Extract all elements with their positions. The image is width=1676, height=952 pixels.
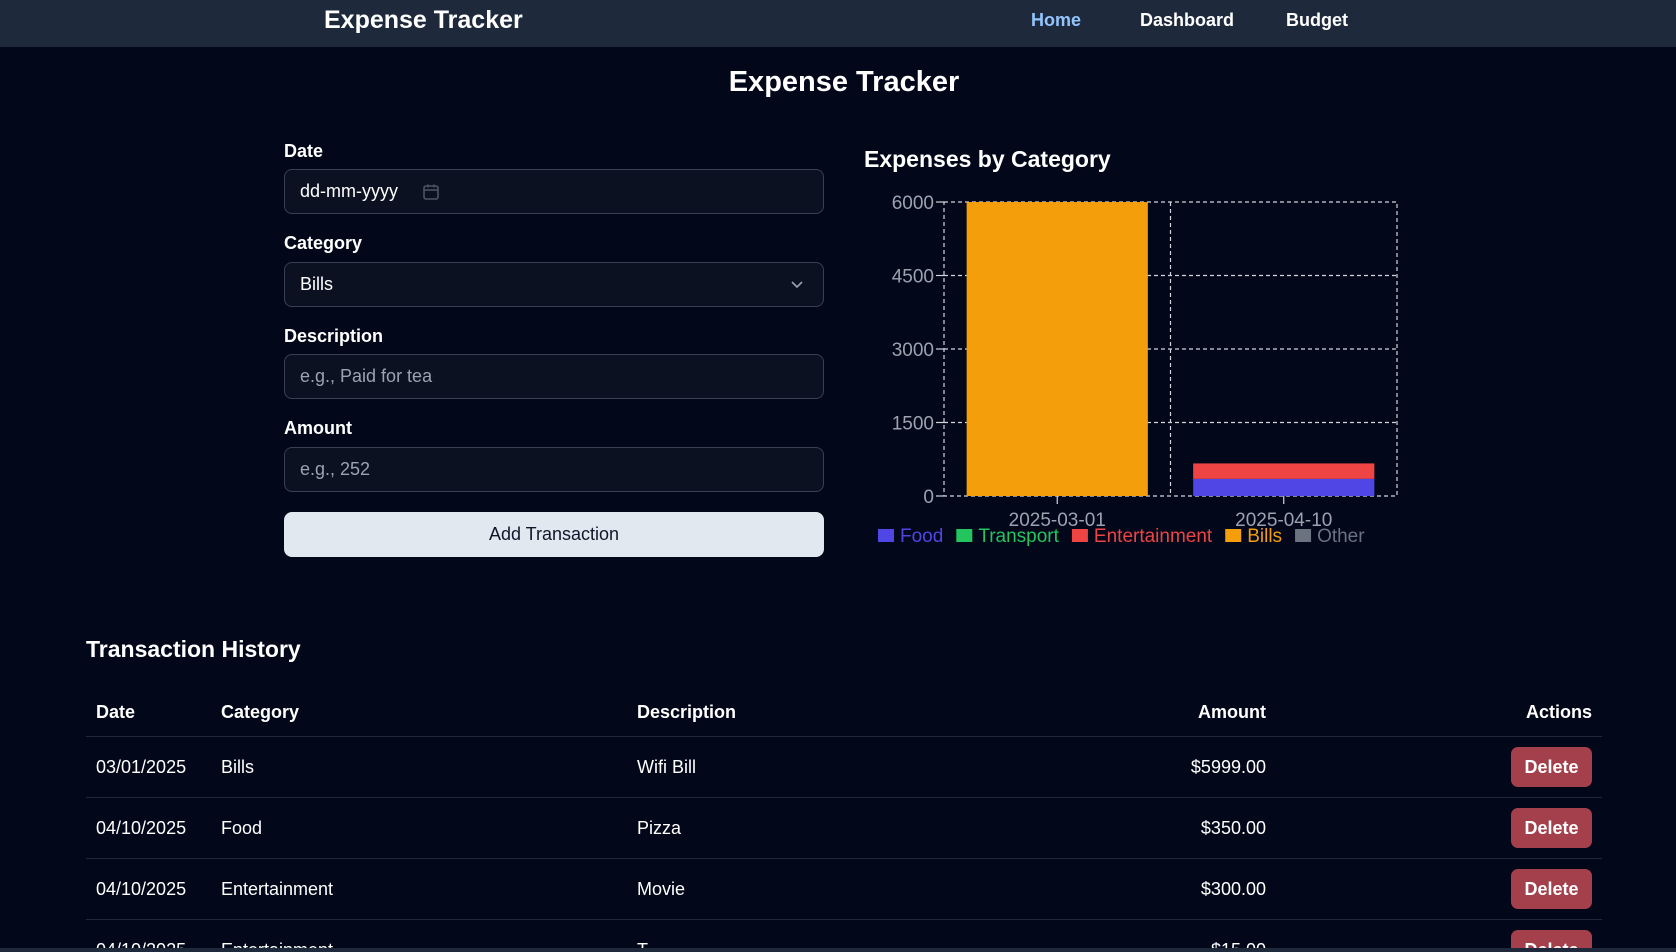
bar-food <box>1193 478 1375 496</box>
y-tick-label: 3000 <box>892 340 934 361</box>
header-actions: Actions <box>1525 702 1592 722</box>
y-tick-label: 0 <box>923 487 934 508</box>
row-amount: $5999.00 <box>1190 757 1266 777</box>
nav-dashboard[interactable]: Dashboard <box>1140 10 1234 31</box>
category-label: Category <box>284 233 363 253</box>
amount-label: Amount <box>284 418 352 438</box>
description-input[interactable]: e.g., Paid for tea <box>284 354 824 399</box>
bar-bills <box>966 202 1148 496</box>
page-title: Expense Tracker <box>728 66 960 98</box>
row-amount: $350.00 <box>1200 818 1266 838</box>
category-value: Bills <box>300 274 334 294</box>
chart-title: Expenses by Category <box>864 146 1111 172</box>
calendar-icon[interactable] <box>422 183 440 201</box>
legend-swatch <box>1225 529 1242 542</box>
navbar: Expense Tracker Home Dashboard Budget <box>0 0 1676 47</box>
legend-swatch <box>1071 529 1088 542</box>
bar-entertainment <box>1193 463 1375 479</box>
legend-swatch <box>1295 529 1312 542</box>
row-category: Entertainment <box>221 879 334 899</box>
row-category: Bills <box>221 757 255 777</box>
table-row: 03/01/2025 Bills Wifi Bill $5999.00 Dele… <box>86 737 1602 798</box>
legend-label: Other <box>1317 526 1365 547</box>
amount-input[interactable]: e.g., 252 <box>284 447 824 492</box>
table-row: 04/10/2025 Food Pizza $350.00 Delete <box>86 798 1602 859</box>
legend-swatch <box>878 529 894 542</box>
table-header: Date Category Description Amount Actions <box>86 688 1602 737</box>
header-date: Date <box>96 702 136 722</box>
page-bottom-border <box>0 948 1676 952</box>
delete-button[interactable]: Delete <box>1511 747 1592 787</box>
expenses-chart: 015003000450060002025-03-01 2025-04-10Foo… <box>878 193 1398 547</box>
y-tick-label: 1500 <box>892 414 934 435</box>
nav-budget[interactable]: Budget <box>1286 10 1348 31</box>
description-placeholder: e.g., Paid for tea <box>300 366 433 386</box>
chevron-down-icon <box>789 276 805 292</box>
row-date: 04/10/2025 <box>96 879 187 899</box>
legend-label: Transport <box>978 526 1059 547</box>
date-label: Date <box>284 141 324 161</box>
legend-label: Entertainment <box>1094 526 1213 547</box>
date-value: dd-mm-yyyy <box>300 181 398 201</box>
legend-swatch <box>956 529 973 542</box>
nav-home[interactable]: Home <box>1031 10 1081 31</box>
header-category: Category <box>221 702 300 722</box>
row-description: Pizza <box>637 818 682 838</box>
category-select[interactable]: Bills <box>284 262 824 307</box>
row-description: Movie <box>637 879 686 899</box>
row-category: Food <box>221 818 263 838</box>
transactions-table: Date Category Description Amount Actions… <box>86 688 1602 952</box>
date-input[interactable]: dd-mm-yyyy <box>284 169 824 214</box>
description-label: Description <box>284 326 384 346</box>
y-tick-label: 6000 <box>892 193 934 214</box>
row-amount: $300.00 <box>1200 879 1266 899</box>
history-title: Transaction History <box>86 636 301 662</box>
header-description: Description <box>637 702 737 722</box>
y-tick-label: 4500 <box>892 267 934 288</box>
delete-button[interactable]: Delete <box>1511 869 1592 909</box>
amount-placeholder: e.g., 252 <box>300 459 371 479</box>
delete-button[interactable]: Delete <box>1511 808 1592 848</box>
add-transaction-button[interactable]: Add Transaction <box>284 512 824 557</box>
legend-label: Bills <box>1247 526 1282 547</box>
row-date: 03/01/2025 <box>96 757 187 777</box>
legend-label: Food <box>900 526 943 547</box>
row-date: 04/10/2025 <box>96 818 187 838</box>
row-description: Wifi Bill <box>637 757 696 777</box>
brand-logo[interactable]: Expense Tracker <box>324 6 523 35</box>
table-row: 04/10/2025 Entertainment Movie $300.00 D… <box>86 859 1602 920</box>
header-amount: Amount <box>1198 702 1266 722</box>
